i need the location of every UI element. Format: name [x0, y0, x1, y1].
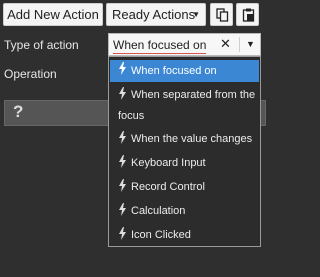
action-type-dropdown: When focused on When separated from the … [108, 56, 261, 247]
option-label: Record Control [131, 181, 205, 193]
paste-button[interactable] [236, 3, 259, 26]
dropdown-toggle-icon[interactable]: ▼ [246, 39, 255, 49]
lightning-icon [119, 131, 126, 144]
option-label: When focused on [131, 65, 217, 77]
copy-button[interactable] [210, 3, 233, 26]
ready-actions-button[interactable]: Ready Actions ▼ [106, 3, 206, 26]
copy-icon [216, 8, 229, 22]
paste-icon [242, 8, 255, 22]
lightning-icon [119, 155, 126, 168]
lightning-icon [119, 203, 126, 216]
type-of-action-label: Type of action [4, 38, 79, 52]
lightning-icon [119, 87, 126, 100]
operation-label: Operation [4, 67, 57, 81]
option-label: Icon Clicked [131, 229, 191, 241]
question-icon: ? [13, 102, 24, 121]
select-divider [239, 37, 240, 52]
dropdown-option-icon-clicked[interactable]: Icon Clicked [110, 225, 259, 243]
add-new-action-button[interactable]: Add New Action [3, 3, 103, 26]
dropdown-option-when-separated[interactable]: When separated from the focus [110, 85, 259, 127]
type-of-action-select[interactable]: When focused on ✕ ▼ [108, 33, 261, 56]
dropdown-option-when-value-changes[interactable]: When the value changes [110, 129, 259, 147]
lightning-icon [119, 179, 126, 192]
option-label: Calculation [131, 205, 186, 217]
dropdown-option-keyboard-input[interactable]: Keyboard Input [110, 153, 259, 171]
select-value: When focused on [113, 38, 207, 54]
ready-actions-label: Ready Actions [112, 7, 196, 22]
chevron-down-icon: ▼ [192, 10, 200, 19]
toolbar: Add New Action Ready Actions ▼ [0, 0, 270, 30]
dropdown-option-record-control[interactable]: Record Control [110, 177, 259, 195]
lightning-icon [119, 62, 126, 75]
dropdown-option-when-focused-on[interactable]: When focused on [110, 60, 259, 82]
clear-icon[interactable]: ✕ [220, 36, 231, 52]
option-label: Keyboard Input [131, 157, 206, 169]
option-label: When separated from the focus [118, 89, 256, 122]
option-label: When the value changes [131, 133, 253, 145]
lightning-icon [119, 227, 126, 240]
dropdown-option-calculation[interactable]: Calculation [110, 201, 259, 219]
